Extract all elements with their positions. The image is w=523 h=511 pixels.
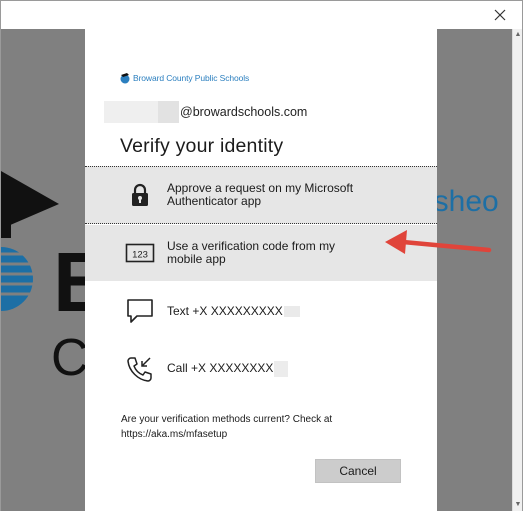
email-redaction (158, 101, 179, 123)
option-label: Call +X XXXXXXXX (167, 361, 372, 377)
option-authenticator-approve[interactable]: Approve a request on my Microsoft Authen… (85, 166, 437, 224)
option-label: Use a verification code from my mobile a… (167, 239, 336, 266)
scroll-down-icon[interactable]: ▼ (514, 501, 522, 509)
option-verification-code[interactable]: 123 Use a verification code from my mobi… (85, 225, 437, 281)
phone-redaction (274, 361, 289, 377)
brand-logo: Broward County Public Schools (119, 71, 249, 85)
mfa-setup-note: Are your verification methods current? C… (121, 414, 333, 440)
scrollbar[interactable]: ▲ ▼ (512, 29, 522, 511)
verify-dialog: Broward County Public Schools @browardsc… (85, 29, 437, 511)
option-text[interactable]: Text +X XXXXXXXXX (85, 282, 437, 340)
phone-redaction (283, 305, 300, 317)
brand-globe-icon (120, 73, 130, 84)
call-phone-label: Call +X XXXXXXXX (167, 361, 274, 376)
phone-icon (125, 354, 155, 384)
option-label: Approve a request on my Microsoft Authen… (167, 181, 354, 208)
option-call[interactable]: Call +X XXXXXXXX (85, 340, 437, 398)
scroll-up-icon[interactable]: ▲ (514, 31, 522, 39)
code-123-icon: 123 (125, 238, 155, 268)
bg-text-top: isheo (427, 185, 499, 218)
option-label: Text +X XXXXXXXXX (167, 303, 372, 318)
email-suffix: @browardschools.com (180, 105, 308, 119)
title-bar (1, 1, 522, 29)
cancel-button[interactable]: Cancel (315, 459, 401, 483)
account-email: @browardschools.com (104, 101, 307, 123)
chat-bubble-icon (125, 296, 155, 326)
lock-icon (125, 180, 155, 210)
email-redaction (104, 101, 158, 123)
close-icon[interactable] (492, 7, 508, 23)
text-phone-label: Text +X XXXXXXXXX (167, 303, 283, 318)
brand-name: Broward County Public Schools (133, 73, 250, 83)
page-title: Verify your identity (120, 135, 284, 157)
code-123-text: 123 (132, 250, 148, 261)
mfa-window: B AI isheo C Sch ▲ ▼ Broward County Publ… (0, 0, 523, 511)
